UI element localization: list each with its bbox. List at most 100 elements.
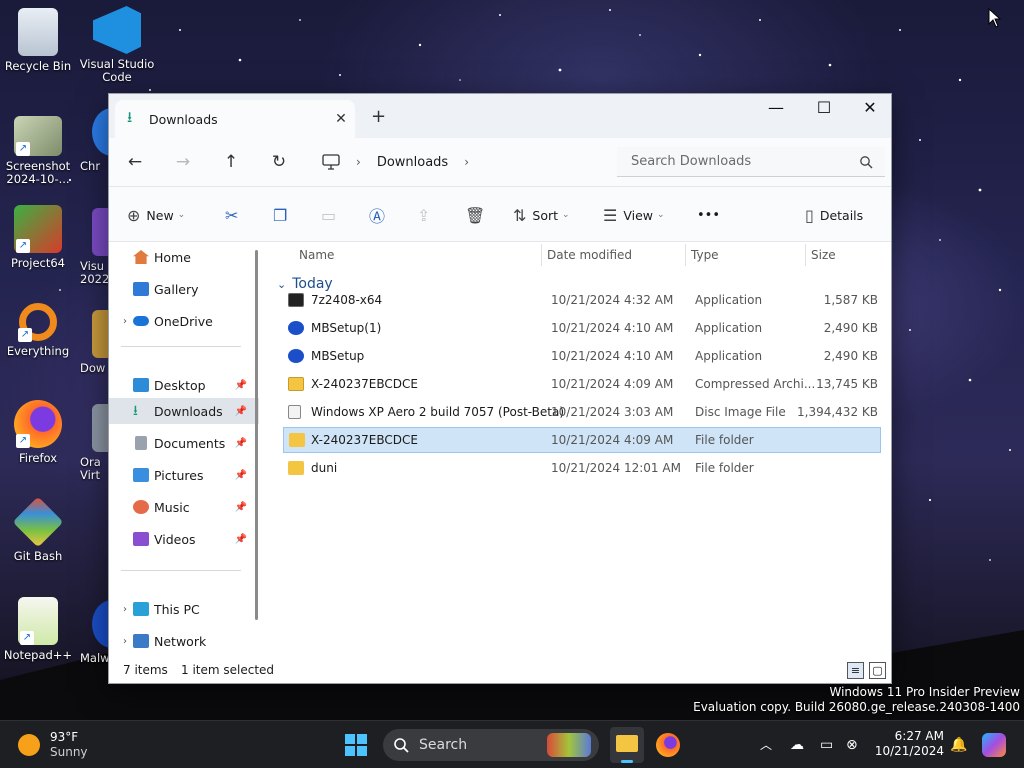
rename-button[interactable]: Ⓐ	[369, 203, 391, 227]
sidebar-item-downloads[interactable]: ⭳ Downloads 📌	[109, 398, 259, 424]
minimize-button[interactable]: —	[753, 94, 799, 124]
sidebar-item-gallery[interactable]: Gallery	[109, 276, 259, 302]
sidebar-item-documents[interactable]: Documents 📌	[109, 430, 259, 456]
file-row[interactable]: X-240237EBCDCE 10/21/2024 4:09 AM Compre…	[283, 371, 881, 397]
column-header-type[interactable]: Type	[691, 242, 719, 268]
refresh-button[interactable]: ↻	[267, 150, 291, 174]
cut-button[interactable]: ✂	[225, 203, 244, 227]
sort-button[interactable]: ⇅ Sort ⌄	[513, 203, 570, 227]
column-divider[interactable]	[805, 244, 806, 266]
column-header-name[interactable]: Name	[299, 242, 334, 268]
tab-downloads[interactable]: ⭳ Downloads ✕	[115, 100, 355, 138]
notification-bell-icon[interactable]: 🔔	[950, 721, 967, 768]
new-button[interactable]: ⊕ New ⌄	[127, 203, 185, 227]
desktop-icon-chrome[interactable]: Chr	[80, 108, 108, 173]
column-header-date[interactable]: Date modified	[547, 242, 632, 268]
column-header-size[interactable]: Size	[811, 242, 836, 268]
onedrive-status-icon[interactable]: ☁	[790, 721, 804, 768]
item-count: 7 items	[123, 663, 168, 677]
chevron-right-icon[interactable]: ›	[117, 636, 133, 647]
sidebar-item-desktop[interactable]: Desktop 📌	[109, 372, 259, 398]
back-button[interactable]: ←	[123, 150, 147, 174]
close-window-button[interactable]: ✕	[847, 94, 891, 124]
up-button[interactable]: ↑	[219, 150, 243, 174]
share-button[interactable]: ⇪	[417, 203, 436, 227]
desktop-icon-label: Git Bash	[13, 549, 63, 563]
chrome-icon	[92, 108, 108, 156]
desktop-icon-firefox[interactable]: ↗ Firefox	[0, 400, 76, 465]
column-divider[interactable]	[541, 244, 542, 266]
taskbar-search-label: Search	[419, 737, 468, 753]
display-icon[interactable]: ▭	[820, 721, 833, 768]
show-hidden-icons-button[interactable]: ︿	[760, 721, 772, 768]
desktop-icon-project64[interactable]: ↗ Project64	[0, 205, 76, 270]
desktop-icon-visual-studio[interactable]: Visu 2022	[80, 208, 108, 286]
file-size: 13,745 KB	[816, 377, 878, 391]
sidebar-item-label: Music	[154, 499, 190, 515]
desktop-icon-screenshot[interactable]: ↗ Screenshot 2024-10-...	[0, 116, 76, 186]
file-row[interactable]: 7z2408-x64 10/21/2024 4:32 AM Applicatio…	[283, 287, 881, 313]
file-row[interactable]: Windows XP Aero 2 build 7057 (Post-Beta)…	[283, 399, 881, 425]
close-tab-icon[interactable]: ✕	[327, 111, 355, 127]
rename-icon: Ⓐ	[369, 207, 386, 226]
taskbar-search-box[interactable]: Search	[383, 729, 599, 761]
sidebar-item-home[interactable]: Home	[109, 244, 259, 270]
delete-button[interactable]: 🗑	[465, 203, 491, 227]
copy-button[interactable]: ❐	[273, 203, 293, 227]
paste-button[interactable]: ▭	[321, 203, 342, 227]
file-row[interactable]: duni 10/21/2024 12:01 AM File folder	[283, 455, 881, 481]
clock[interactable]: 6:27 AM 10/21/2024	[874, 721, 944, 768]
file-explorer-window: ⭳ Downloads ✕ + — ☐ ✕ ← → ↑ ↻ › Download…	[108, 93, 892, 684]
chevron-right-icon[interactable]: ›	[117, 604, 133, 615]
chevron-right-icon[interactable]: ›	[117, 316, 133, 327]
file-date: 10/21/2024 4:10 AM	[551, 349, 674, 363]
zip-folder-icon	[288, 377, 304, 391]
taskbar-file-explorer[interactable]	[610, 727, 644, 763]
file-row[interactable]: MBSetup 10/21/2024 4:10 AM Application 2…	[283, 343, 881, 369]
desktop-icon-git-bash[interactable]: Git Bash	[0, 496, 76, 563]
sort-icon: ⇅	[513, 205, 527, 225]
details-pane-button[interactable]: ▯ Details	[805, 203, 863, 227]
sidebar-item-network[interactable]: › Network	[109, 628, 259, 654]
search-box[interactable]: Search Downloads	[617, 147, 885, 177]
address-bar[interactable]: › Downloads ›	[312, 147, 606, 177]
desktop-icon-recycle-bin[interactable]: Recycle Bin	[0, 8, 76, 73]
plus-circle-icon: ⊕	[127, 205, 141, 225]
file-name: 7z2408-x64	[311, 293, 383, 307]
desktop-icon-downloads[interactable]: Dow	[80, 310, 108, 375]
copilot-icon[interactable]	[982, 733, 1006, 757]
column-divider[interactable]	[685, 244, 686, 266]
desktop-icon-everything[interactable]: ↗ Everything	[0, 303, 76, 358]
sevenzip-icon	[288, 293, 304, 307]
download-arrow-icon: ⭳	[133, 403, 138, 419]
sidebar-item-label: Home	[154, 249, 191, 265]
desktop-icon-oracle-virtualbox[interactable]: Ora Virt	[80, 404, 108, 482]
desktop-icon-notepadpp[interactable]: ↗ Notepad++	[0, 597, 76, 662]
desktop-icon-malwarebytes[interactable]: Malw	[80, 600, 108, 665]
sidebar-item-music[interactable]: Music 📌	[109, 494, 259, 520]
details-label: Details	[819, 207, 864, 223]
desktop-folder-icon	[133, 378, 149, 392]
pin-icon: 📌	[234, 533, 247, 545]
breadcrumb-downloads[interactable]: Downloads	[377, 155, 448, 170]
tiles-view-icon[interactable]: ▢	[869, 662, 886, 679]
forward-button[interactable]: →	[171, 150, 195, 174]
start-button[interactable]	[344, 733, 368, 757]
vertical-scrollbar[interactable]	[255, 250, 258, 620]
weather-widget[interactable]: 93°F Sunny	[18, 721, 88, 768]
sidebar-item-pictures[interactable]: Pictures 📌	[109, 462, 259, 488]
network-status-icon[interactable]: ⊗	[846, 721, 858, 768]
sidebar-item-videos[interactable]: Videos 📌	[109, 526, 259, 552]
new-tab-button[interactable]: +	[371, 106, 386, 127]
sidebar-item-this-pc[interactable]: › This PC	[109, 596, 259, 622]
more-options-button[interactable]: •••	[697, 203, 720, 227]
sidebar-item-onedrive[interactable]: › OneDrive	[109, 308, 259, 334]
divider	[121, 570, 241, 571]
file-row-selected[interactable]: X-240237EBCDCE 10/21/2024 4:09 AM File f…	[283, 427, 881, 453]
details-view-icon[interactable]: ≡	[847, 662, 864, 679]
view-button[interactable]: ☰ View ⌄	[603, 203, 665, 227]
desktop-icon-vscode[interactable]: Visual Studio Code	[79, 6, 155, 84]
file-row[interactable]: MBSetup(1) 10/21/2024 4:10 AM Applicatio…	[283, 315, 881, 341]
maximize-button[interactable]: ☐	[801, 94, 847, 124]
taskbar-firefox-icon[interactable]	[656, 733, 680, 757]
